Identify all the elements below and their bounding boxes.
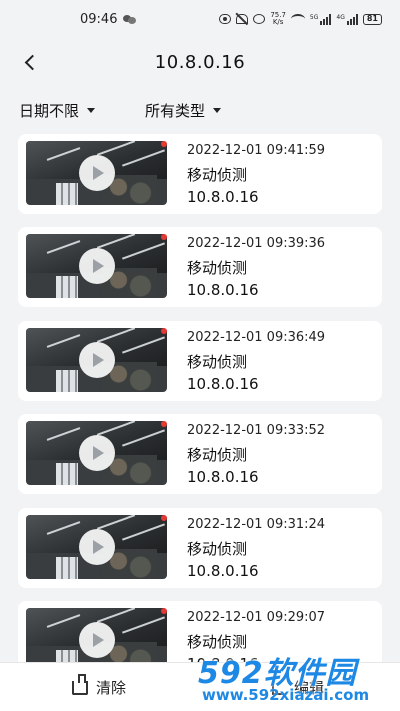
date-filter-label: 日期不限 (19, 102, 80, 120)
play-icon[interactable] (79, 621, 115, 658)
status-time: 09:46 (80, 11, 118, 27)
filter-bar: 日期不限 所有类型 (0, 100, 400, 126)
play-icon[interactable] (79, 341, 115, 378)
pencil-icon (272, 680, 286, 695)
record-card[interactable]: 2022-12-01 09:36:49 移动侦测 10.8.0.16 (18, 320, 382, 401)
record-device: 10.8.0.16 (187, 188, 259, 206)
header: 10.8.0.16 (0, 38, 400, 86)
record-time: 2022-12-01 09:39:36 (187, 236, 326, 252)
type-filter-dropdown[interactable]: 所有类型 (145, 100, 222, 121)
wifi-icon (290, 14, 305, 24)
wechat-icon (123, 14, 137, 24)
video-thumbnail[interactable] (26, 141, 167, 205)
edit-button[interactable]: 编辑 (272, 677, 324, 698)
caret-down-icon (87, 108, 96, 113)
record-time: 2022-12-01 09:29:07 (187, 609, 326, 625)
caret-down-icon (213, 108, 222, 113)
signal-icon-2: 4G (336, 13, 358, 25)
record-card[interactable]: 2022-12-01 09:41:59 移动侦测 10.8.0.16 (18, 134, 382, 214)
record-list: 2022-12-01 09:41:59 移动侦测 10.8.0.16 2022-12-… (18, 134, 382, 694)
record-type: 移动侦测 (187, 446, 248, 465)
battery-icon: 81 (362, 13, 382, 25)
record-type: 移动侦测 (187, 166, 248, 184)
record-type: 移动侦测 (187, 259, 248, 278)
record-type: 移动侦测 (187, 632, 248, 651)
unread-dot (161, 327, 167, 334)
net-speed-unit: K/s (272, 18, 284, 26)
play-icon[interactable] (79, 435, 115, 472)
record-time: 2022-12-01 09:31:24 (187, 516, 326, 532)
record-device: 10.8.0.16 (187, 468, 259, 487)
signal-tag: 5G (309, 13, 319, 21)
play-icon[interactable] (79, 528, 115, 565)
edit-label: 编辑 (294, 679, 325, 697)
page-title: 10.8.0.16 (154, 52, 246, 73)
bell-off-icon (236, 14, 249, 24)
video-thumbnail[interactable] (26, 421, 167, 486)
play-icon[interactable] (79, 155, 115, 191)
record-type: 移动侦测 (187, 352, 248, 371)
status-bar: 09:46 75.7 K/s 5G 4G 81 (0, 0, 400, 38)
clear-label: 清除 (96, 679, 127, 697)
eye-icon (219, 14, 232, 24)
video-thumbnail[interactable] (26, 514, 167, 579)
unread-dot (161, 607, 167, 614)
signal-tag-2: 4G (336, 13, 345, 21)
record-time: 2022-12-01 09:33:52 (187, 423, 326, 439)
signal-icon: 5G (309, 13, 332, 25)
alarm-icon (253, 14, 266, 24)
record-device: 10.8.0.16 (187, 374, 259, 393)
unread-dot (161, 514, 167, 521)
type-filter-label: 所有类型 (145, 102, 206, 120)
record-device: 10.8.0.16 (187, 561, 259, 580)
record-time: 2022-12-01 09:36:49 (187, 329, 326, 345)
date-filter-dropdown[interactable]: 日期不限 (19, 100, 96, 121)
video-thumbnail[interactable] (26, 327, 167, 392)
record-device: 10.8.0.16 (187, 281, 259, 300)
record-type: 移动侦测 (187, 539, 248, 558)
clear-button[interactable]: 清除 (72, 673, 127, 698)
unread-dot (161, 141, 167, 147)
record-card[interactable]: 2022-12-01 09:39:36 移动侦测 10.8.0.16 (18, 227, 382, 308)
record-card[interactable]: 2022-12-01 09:31:24 移动侦测 10.8.0.16 (18, 507, 382, 588)
record-card[interactable]: 2022-12-01 09:33:52 移动侦测 10.8.0.16 (18, 414, 382, 495)
broom-icon (72, 673, 88, 695)
record-time: 2022-12-01 09:41:59 (187, 143, 326, 158)
net-speed: 75.7 K/s (270, 12, 286, 26)
status-icons: 75.7 K/s 5G 4G 81 (219, 12, 382, 26)
video-thumbnail[interactable] (26, 234, 167, 299)
bottom-bar: 清除 编辑 (0, 662, 400, 711)
